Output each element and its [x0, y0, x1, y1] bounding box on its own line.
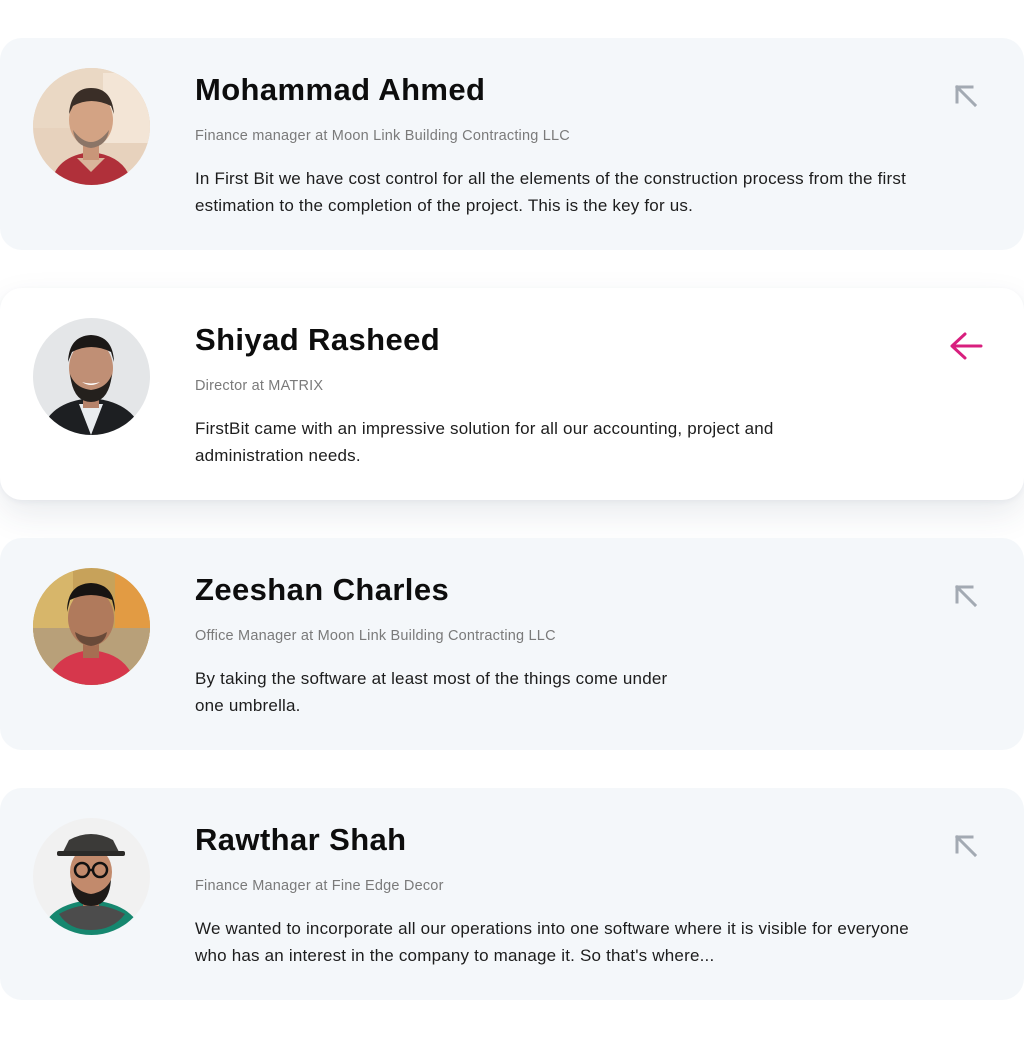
- arrow-up-left-icon[interactable]: [946, 76, 986, 116]
- testimonial-name: Rawthar Shah: [195, 822, 407, 857]
- testimonial-card[interactable]: Zeeshan Charles Office Manager at Moon L…: [0, 538, 1024, 750]
- testimonial-quote: By taking the software at least most of …: [195, 669, 668, 715]
- arrow-up-left-icon[interactable]: [946, 576, 986, 616]
- testimonial-quote: In First Bit we have cost control for al…: [195, 169, 907, 215]
- testimonial-card[interactable]: Rawthar Shah Finance Manager at Fine Edg…: [0, 788, 1024, 1000]
- testimonial-name: Shiyad Rasheed: [195, 322, 441, 357]
- testimonial-name: Mohammad Ahmed: [195, 72, 486, 107]
- testimonial-role: Finance Manager at Fine Edge Decor: [195, 878, 444, 894]
- arrow-up-left-icon[interactable]: [946, 826, 986, 866]
- arrow-left-icon[interactable]: [946, 326, 986, 366]
- testimonial-quote: FirstBit came with an impressive solutio…: [195, 419, 774, 465]
- avatar: [33, 68, 150, 185]
- avatar: [33, 818, 150, 935]
- testimonial-quote: We wanted to incorporate all our operati…: [195, 919, 909, 965]
- testimonial-role: Office Manager at Moon Link Building Con…: [195, 628, 556, 644]
- testimonial-card[interactable]: Mohammad Ahmed Finance manager at Moon L…: [0, 38, 1024, 250]
- testimonial-name: Zeeshan Charles: [195, 572, 450, 607]
- avatar: [33, 568, 150, 685]
- testimonial-role: Director at MATRIX: [195, 378, 324, 394]
- testimonial-role: Finance manager at Moon Link Building Co…: [195, 128, 570, 144]
- avatar: [33, 318, 150, 435]
- testimonial-card-active[interactable]: Shiyad Rasheed Director at MATRIX FirstB…: [0, 288, 1024, 500]
